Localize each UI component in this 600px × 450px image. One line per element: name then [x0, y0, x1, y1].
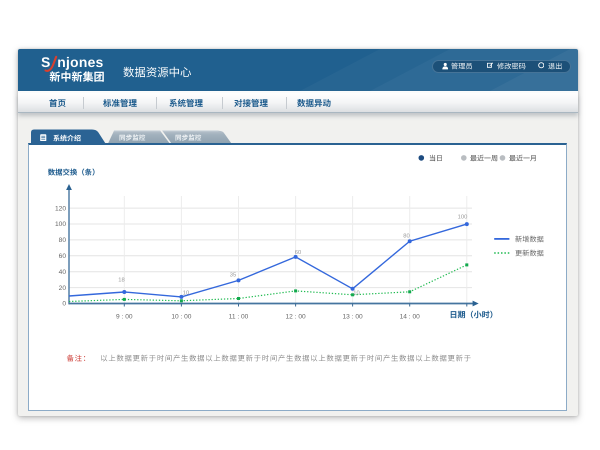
svg-text:13 : 00: 13 : 00: [343, 314, 363, 321]
svg-text:11 : 00: 11 : 00: [229, 314, 249, 321]
svg-text:120: 120: [55, 205, 66, 212]
svg-text:18: 18: [118, 278, 124, 284]
svg-text:14 : 00: 14 : 00: [400, 314, 420, 321]
svg-text:40: 40: [59, 269, 67, 276]
svg-text:80: 80: [59, 237, 67, 244]
svg-text:100: 100: [55, 221, 66, 228]
svg-text:10 : 00: 10 : 00: [171, 314, 191, 321]
svg-text:9 : 00: 9 : 00: [116, 314, 133, 321]
svg-text:20: 20: [59, 285, 67, 292]
svg-text:12 : 00: 12 : 00: [286, 314, 306, 321]
svg-text:100: 100: [458, 215, 468, 221]
svg-text:60: 60: [295, 250, 301, 256]
svg-text:0: 0: [62, 301, 66, 308]
svg-text:60: 60: [59, 253, 67, 260]
svg-text:10: 10: [183, 290, 189, 296]
svg-text:10: 10: [353, 291, 359, 297]
svg-text:80: 80: [403, 233, 409, 239]
svg-text:35: 35: [230, 272, 236, 278]
